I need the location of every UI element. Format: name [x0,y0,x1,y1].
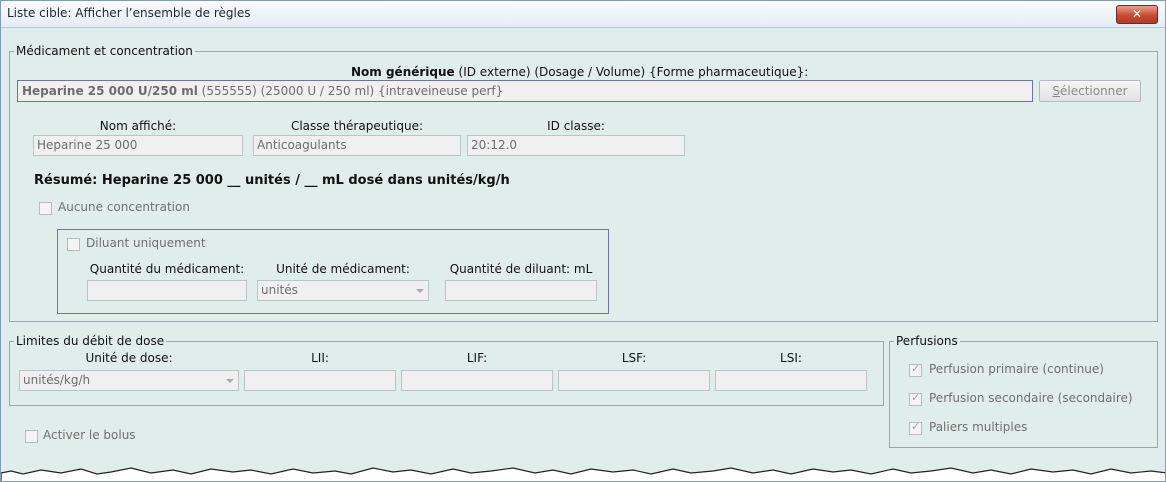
display-name-field[interactable]: Heparine 25 000 [33,135,243,156]
window-title: Liste cible: Afficher l’ensemble de règl… [7,6,251,20]
generic-name-field[interactable]: Heparine 25 000 U/250 ml (555555) (25000… [17,80,1033,102]
title-bar: Liste cible: Afficher l’ensemble de règl… [1,1,1165,28]
close-icon: ✕ [1131,7,1143,21]
secondary-infusion-label: Perfusion secondaire (secondaire) [929,391,1133,405]
diluent-only-checkbox[interactable] [67,238,80,251]
lii-field[interactable] [244,370,396,391]
no-concentration-checkbox[interactable] [39,202,52,215]
chevron-down-icon [226,379,234,383]
drug-unit-label: Unité de médicament: [276,262,410,276]
diluent-quantity-field[interactable] [445,280,597,301]
drug-quantity-label: Quantité du médicament: [89,262,245,276]
summary-text: Résumé: Heparine 25 000 __ unités / __ m… [34,173,510,188]
class-id-label: ID classe: [547,119,605,133]
drug-quantity-field[interactable] [87,280,247,301]
generic-name-header-rest: (ID externe) (Dosage / Volume) {Forme ph… [458,65,809,79]
lsi-label: LSI: [780,351,802,365]
primary-infusion-checkbox[interactable] [909,362,922,377]
lif-field[interactable] [401,370,553,391]
generic-name-bold: Heparine 25 000 U/250 ml [22,84,198,98]
select-button[interactable]: Sélectionner [1039,80,1141,102]
no-concentration-label: Aucune concentration [58,200,190,214]
secondary-infusion-checkbox[interactable] [909,391,922,406]
drug-unit-select[interactable]: unités [257,280,429,301]
dose-limits-legend: Limites du débit de dose [16,334,165,348]
select-button-label: électionner [1060,84,1128,98]
dose-unit-select[interactable]: unités/kg/h [19,370,239,391]
dialog-window: Liste cible: Afficher l’ensemble de règl… [0,0,1166,482]
select-button-mnemonic: S [1052,84,1060,98]
lsf-label: LSF: [621,351,647,365]
lii-label: LII: [311,351,329,365]
close-button[interactable]: ✕ [1116,5,1158,24]
dose-unit-value: unités/kg/h [23,373,91,387]
diluent-only-label: Diluant uniquement [86,236,206,250]
therapeutic-class-field[interactable]: Anticoagulants [253,135,461,156]
medication-group-legend: Médicament et concentration [16,44,193,58]
therapeutic-class-label: Classe thérapeutique: [290,119,424,133]
torn-edge [1,467,1165,481]
generic-name-header: Nom générique (ID externe) (Dosage / Vol… [351,65,808,79]
lif-label: LIF: [466,351,488,365]
dialog-content: Médicament et concentration Nom génériqu… [1,28,1165,481]
multi-step-label: Paliers multiples [929,420,1028,434]
bolus-label: Activer le bolus [43,428,136,442]
drug-unit-value: unités [261,283,298,297]
generic-name-rest: (555555) (25000 U / 250 ml) {intraveineu… [201,84,504,98]
display-name-label: Nom affiché: [99,119,177,133]
chevron-down-icon [416,289,424,293]
multi-step-checkbox[interactable] [909,420,922,435]
primary-infusion-label: Perfusion primaire (continue) [929,362,1104,376]
diluent-quantity-label: Quantité de diluant: mL [449,262,593,276]
lsi-field[interactable] [715,370,867,391]
dose-unit-label: Unité de dose: [85,351,173,365]
lsf-field[interactable] [558,370,710,391]
class-id-field[interactable]: 20:12.0 [467,135,685,156]
generic-name-header-bold: Nom générique [351,65,455,79]
bolus-checkbox[interactable] [25,430,38,443]
infusions-legend: Perfusions [896,334,958,348]
